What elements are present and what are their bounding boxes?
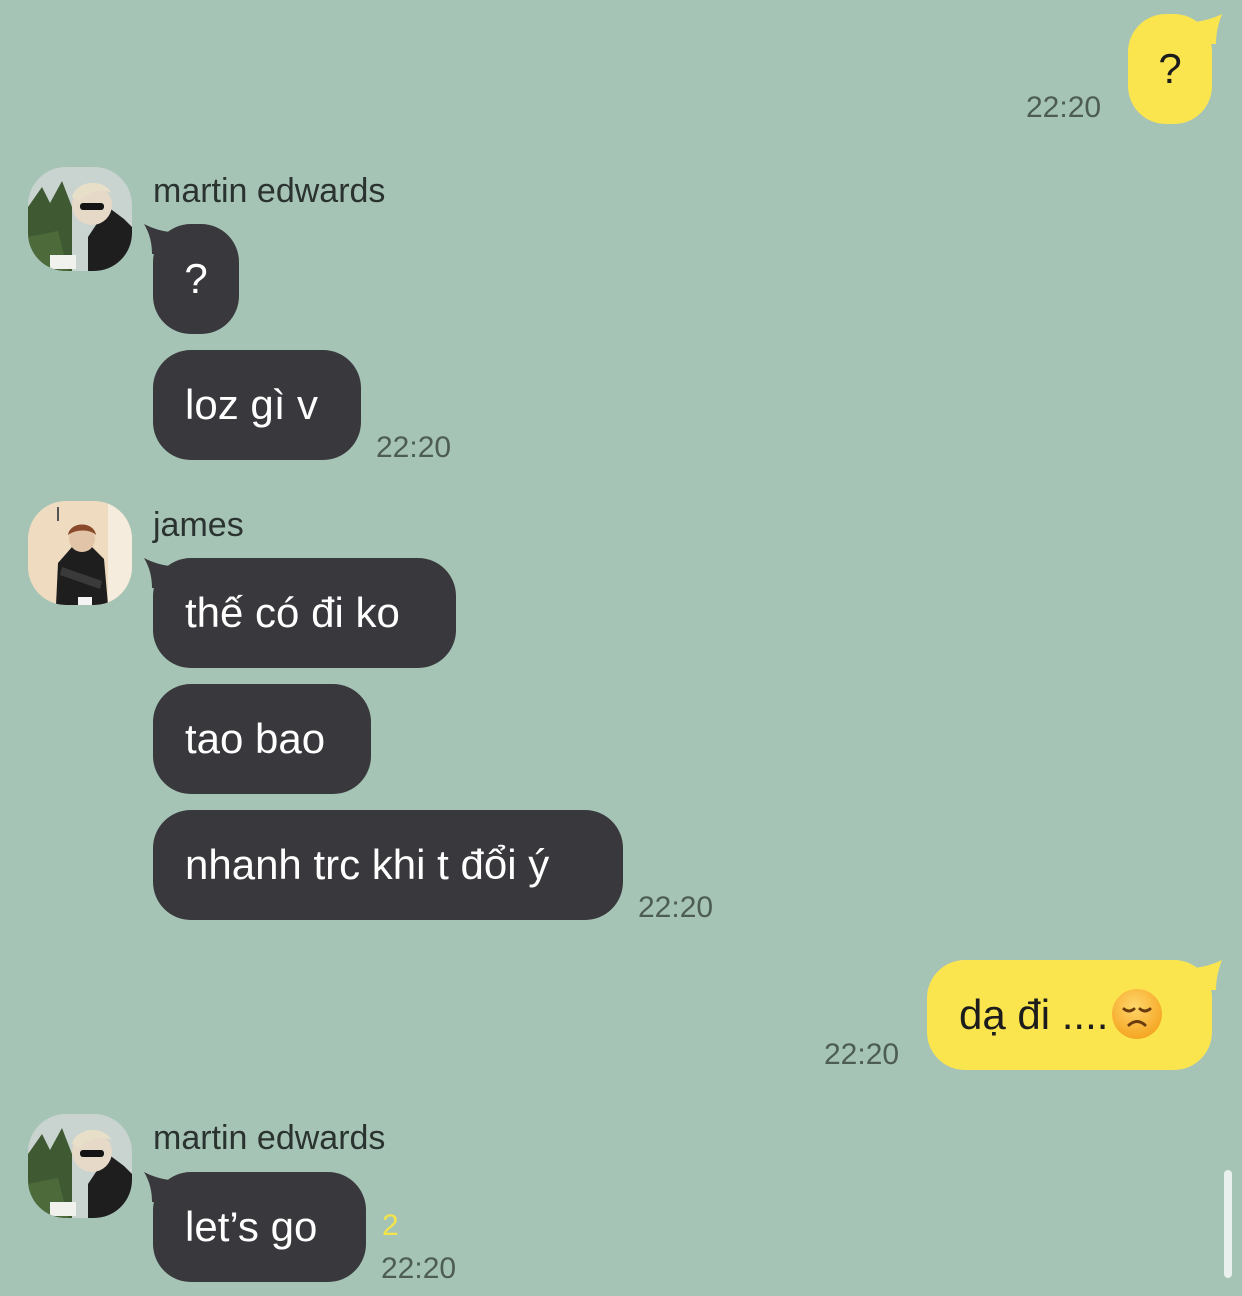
message-time: 22:20 [1026,91,1102,124]
unread-count: 2 [382,1209,399,1242]
message-text: dạ đi .... [959,991,1109,1038]
message-bubble[interactable]: ? [1128,14,1212,124]
sender-name: martin edwards [153,1119,386,1157]
message-time: 22:20 [376,431,452,464]
avatar[interactable] [28,167,132,271]
message-time: 22:20 [638,891,714,924]
message-bubble[interactable]: nhanh trc khi t đổi ý [153,810,623,920]
message-time: 22:20 [381,1252,457,1285]
scrollbar[interactable] [1224,1170,1232,1278]
message-bubble[interactable]: dạ đi .... [927,960,1212,1070]
avatar[interactable] [28,501,132,605]
message-bubble[interactable]: loz gì v [153,350,361,460]
disappointed-face-emoji [1112,988,1163,1039]
message-bubble[interactable]: tao bao [153,684,371,794]
avatar[interactable] [28,1114,132,1218]
message-bubble[interactable]: let’s go [153,1172,366,1282]
message-bubble[interactable]: thế có đi ko [153,558,456,668]
sender-name: martin edwards [153,172,386,210]
message-time: 22:20 [824,1038,900,1071]
message-bubble[interactable]: ? [153,224,239,334]
sender-name: james [153,506,244,544]
